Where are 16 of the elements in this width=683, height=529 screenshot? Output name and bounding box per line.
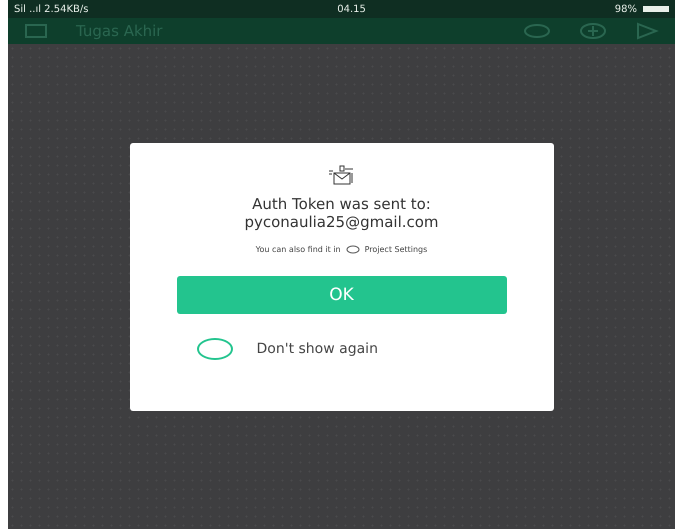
battery-icon [642, 6, 669, 12]
time-text: 04.15 [337, 4, 366, 14]
checkbox[interactable] [196, 338, 232, 360]
play-icon[interactable] [635, 22, 659, 40]
settings-icon [346, 244, 360, 254]
dont-show-label: Don't show again [256, 340, 378, 356]
heading-text: Auth Token was sent to: [252, 194, 431, 212]
hint-text: You can also find it in [256, 244, 341, 254]
device-icon[interactable] [24, 23, 48, 39]
email-text: pyconaulia25@gmail.com [244, 212, 439, 230]
settings-icon[interactable] [523, 23, 551, 39]
add-icon[interactable] [579, 22, 607, 40]
battery-text: 98% [614, 4, 637, 14]
ok-button[interactable]: OK [176, 276, 506, 314]
project-settings-text: Project Settings [364, 244, 428, 254]
signal-text: Sil ..ıl 2.54KB/s [14, 4, 88, 14]
